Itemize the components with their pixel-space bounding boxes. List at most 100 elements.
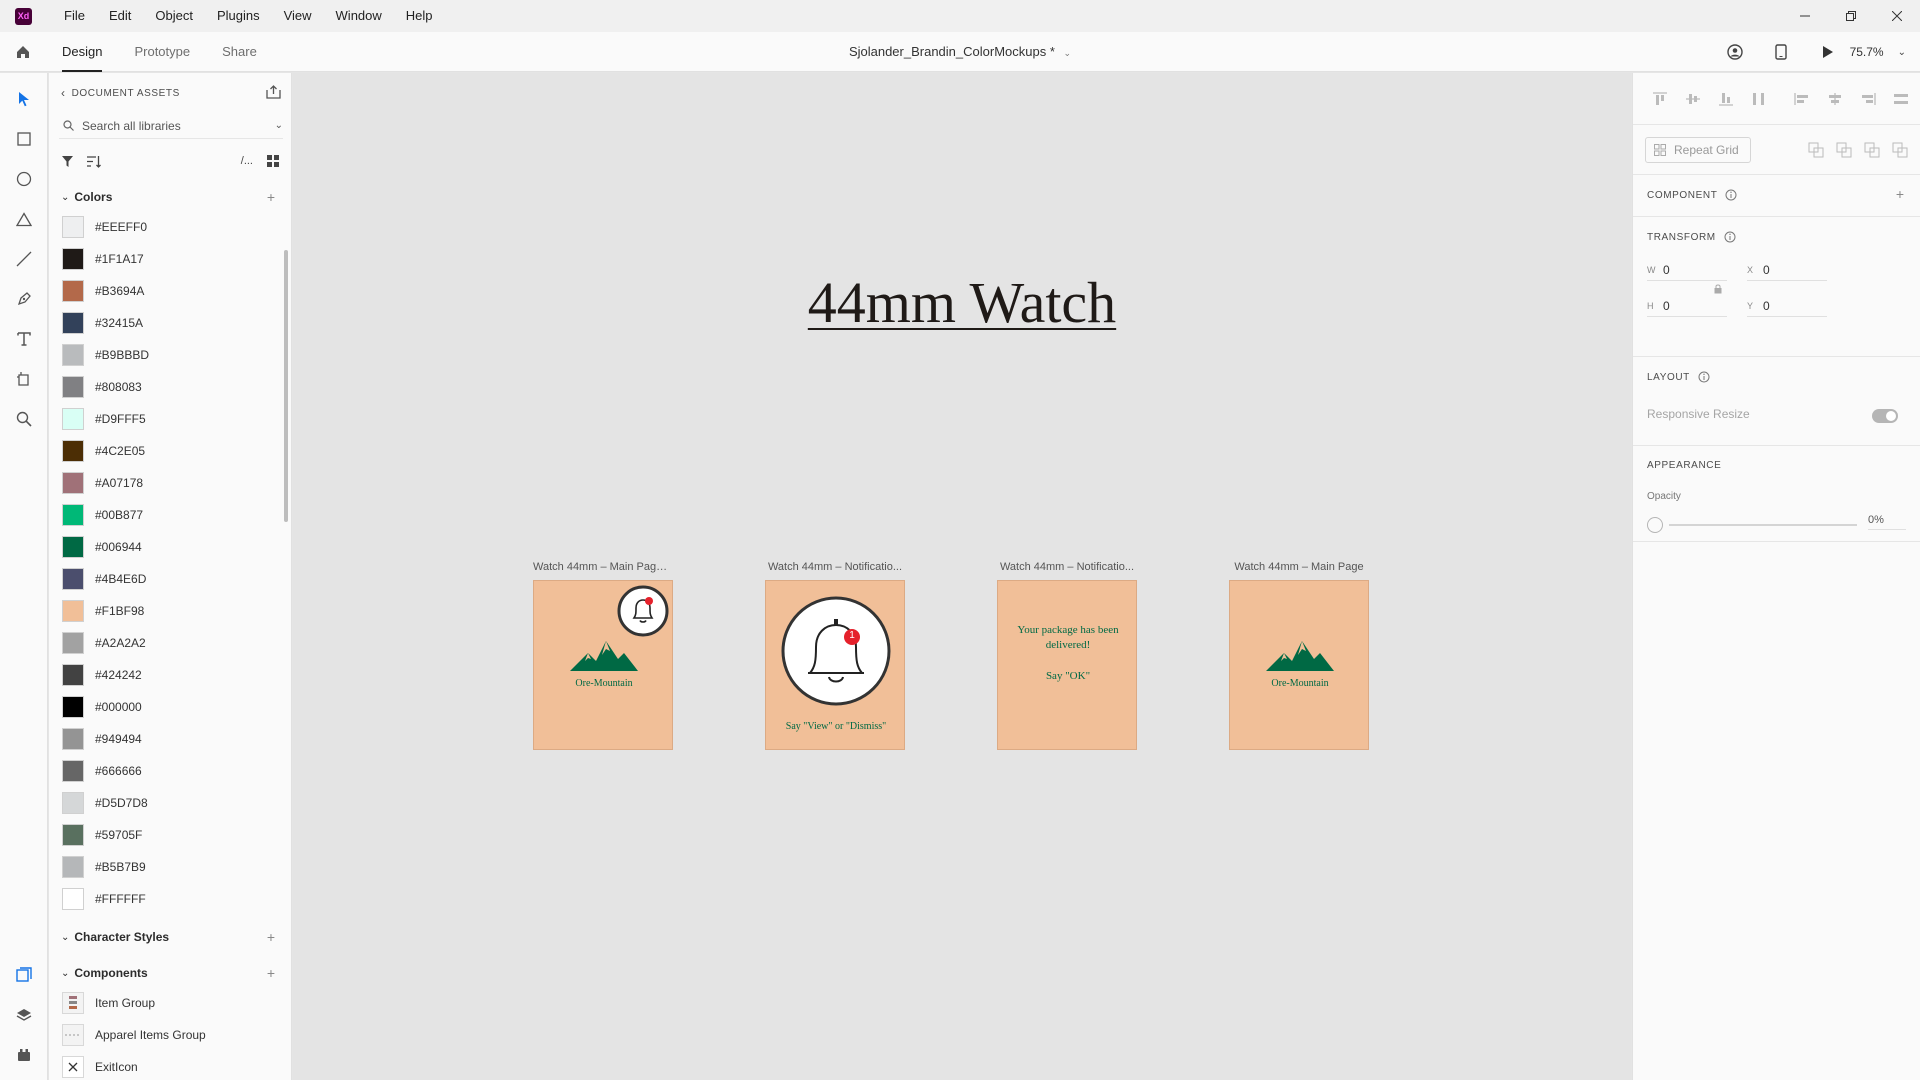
color-swatch-item[interactable]: #424242	[49, 659, 291, 691]
tab-design[interactable]: Design	[46, 32, 118, 72]
tab-share[interactable]: Share	[206, 32, 273, 72]
align-top-icon[interactable]	[1649, 88, 1670, 109]
document-title-text[interactable]: Sjolander_Brandin_ColorMockups *	[849, 44, 1055, 59]
boolean-add-icon[interactable]	[1808, 142, 1824, 158]
play-preview-button[interactable]	[1804, 32, 1850, 72]
page-heading[interactable]: 44mm Watch	[293, 269, 1631, 336]
color-swatch-item[interactable]: #F1BF98	[49, 595, 291, 627]
y-value[interactable]: 0	[1763, 299, 1770, 313]
lock-aspect-icon[interactable]	[1714, 284, 1722, 294]
artboard-main-page[interactable]: Watch 44mm – Main Page Ore-Mountain	[1229, 561, 1369, 750]
color-swatch[interactable]	[62, 760, 84, 782]
zoom-chevron-down-icon[interactable]: ⌄	[1898, 47, 1906, 58]
artboard[interactable]: Ore-Mountain	[1229, 580, 1369, 750]
color-swatch[interactable]	[62, 216, 84, 238]
color-swatch-item[interactable]: #00B877	[49, 499, 291, 531]
boolean-exclude-icon[interactable]	[1892, 142, 1908, 158]
menu-view[interactable]: View	[272, 0, 324, 32]
distribute-vertical-icon[interactable]	[1748, 88, 1769, 109]
menu-object[interactable]: Object	[143, 0, 205, 32]
opacity-slider[interactable]	[1669, 524, 1857, 526]
add-color-icon[interactable]: +	[267, 189, 275, 205]
color-swatch[interactable]	[62, 600, 84, 622]
color-swatch-item[interactable]: #EEEFF0	[49, 211, 291, 243]
add-component-icon[interactable]: +	[1896, 186, 1904, 202]
info-icon[interactable]	[1724, 231, 1736, 243]
color-swatch[interactable]	[62, 248, 84, 270]
color-swatch[interactable]	[62, 280, 84, 302]
color-swatch[interactable]	[62, 536, 84, 558]
info-icon[interactable]	[1725, 189, 1737, 201]
color-swatch-item[interactable]: #949494	[49, 723, 291, 755]
artboard[interactable]: 1 Say "View" or "Dismiss"	[765, 580, 905, 750]
artboard-label[interactable]: Watch 44mm – Main Page	[1229, 561, 1369, 573]
color-swatch[interactable]	[62, 792, 84, 814]
color-swatch-item[interactable]: #666666	[49, 755, 291, 787]
color-swatch-item[interactable]: #4C2E05	[49, 435, 291, 467]
height-value[interactable]: 0	[1663, 299, 1670, 313]
distribute-horizontal-icon[interactable]	[1890, 88, 1911, 109]
color-swatch[interactable]	[62, 696, 84, 718]
sort-icon[interactable]	[86, 155, 101, 168]
minimize-button[interactable]	[1782, 0, 1828, 32]
artboard[interactable]: Ore-Mountain	[533, 580, 673, 750]
plugins-panel-button[interactable]	[0, 1035, 48, 1075]
color-swatch[interactable]	[62, 408, 84, 430]
zoom-tool[interactable]	[0, 399, 48, 439]
color-swatch-item[interactable]: #A2A2A2	[49, 627, 291, 659]
assets-panel-button[interactable]	[0, 955, 48, 995]
info-icon[interactable]	[1698, 371, 1710, 383]
artboard-label[interactable]: Watch 44mm – Main Page ...	[533, 561, 673, 573]
components-header[interactable]: ⌄ Components +	[49, 959, 291, 987]
color-swatch-item[interactable]: #4B4E6D	[49, 563, 291, 595]
color-swatch[interactable]	[62, 632, 84, 654]
library-search[interactable]: Search all libraries ⌄	[59, 113, 283, 139]
color-swatch-item[interactable]: #B5B7B9	[49, 851, 291, 883]
align-middle-icon[interactable]	[1682, 88, 1703, 109]
tab-prototype[interactable]: Prototype	[118, 32, 206, 72]
menu-help[interactable]: Help	[394, 0, 445, 32]
pen-tool[interactable]	[0, 279, 48, 319]
x-value[interactable]: 0	[1763, 263, 1770, 277]
color-swatch-item[interactable]: #32415A	[49, 307, 291, 339]
add-character-style-icon[interactable]: +	[267, 929, 275, 945]
color-swatch[interactable]	[62, 888, 84, 910]
ellipse-tool[interactable]	[0, 159, 48, 199]
chevron-left-icon[interactable]: ‹	[61, 86, 66, 100]
home-button[interactable]	[0, 32, 46, 72]
color-swatch-item[interactable]: #006944	[49, 531, 291, 563]
opacity-slider-handle[interactable]	[1647, 517, 1663, 533]
repeat-grid-button[interactable]: Repeat Grid	[1645, 136, 1751, 163]
color-swatch-item[interactable]: #808083	[49, 371, 291, 403]
line-tool[interactable]	[0, 239, 48, 279]
component-item[interactable]: ExitIcon	[49, 1051, 291, 1080]
select-tool[interactable]	[0, 79, 48, 119]
component-item[interactable]: Apparel Items Group	[49, 1019, 291, 1051]
color-swatch[interactable]	[62, 440, 84, 462]
artboard-notification-message[interactable]: Watch 44mm – Notificatio... Your package…	[997, 561, 1137, 750]
artboard-label[interactable]: Watch 44mm – Notificatio...	[765, 561, 905, 573]
device-preview-button[interactable]	[1758, 32, 1804, 72]
character-styles-header[interactable]: ⌄ Character Styles +	[49, 923, 291, 951]
colors-section-header[interactable]: ⌄ Colors +	[49, 183, 291, 211]
menu-file[interactable]: File	[52, 0, 97, 32]
account-button[interactable]	[1712, 32, 1758, 72]
width-value[interactable]: 0	[1663, 263, 1670, 277]
color-swatch-item[interactable]: #A07178	[49, 467, 291, 499]
menu-plugins[interactable]: Plugins	[205, 0, 272, 32]
align-left-icon[interactable]	[1791, 88, 1812, 109]
design-canvas[interactable]: 44mm Watch Watch 44mm – Main Page ... Or…	[293, 73, 1631, 1080]
color-swatch[interactable]	[62, 824, 84, 846]
artboard-notification-bell[interactable]: Watch 44mm – Notificatio... 1 Say "View"…	[765, 561, 905, 750]
text-tool[interactable]	[0, 319, 48, 359]
y-field[interactable]: Y0	[1747, 295, 1827, 317]
search-input[interactable]: Search all libraries	[82, 119, 181, 133]
color-swatch[interactable]	[62, 664, 84, 686]
restore-button[interactable]	[1828, 0, 1874, 32]
export-button[interactable]	[266, 85, 281, 104]
x-field[interactable]: X0	[1747, 259, 1827, 281]
boolean-subtract-icon[interactable]	[1836, 142, 1852, 158]
boolean-intersect-icon[interactable]	[1864, 142, 1880, 158]
artboard-main-page-notification[interactable]: Watch 44mm – Main Page ... Ore-Mountain	[533, 561, 673, 750]
color-swatch[interactable]	[62, 504, 84, 526]
